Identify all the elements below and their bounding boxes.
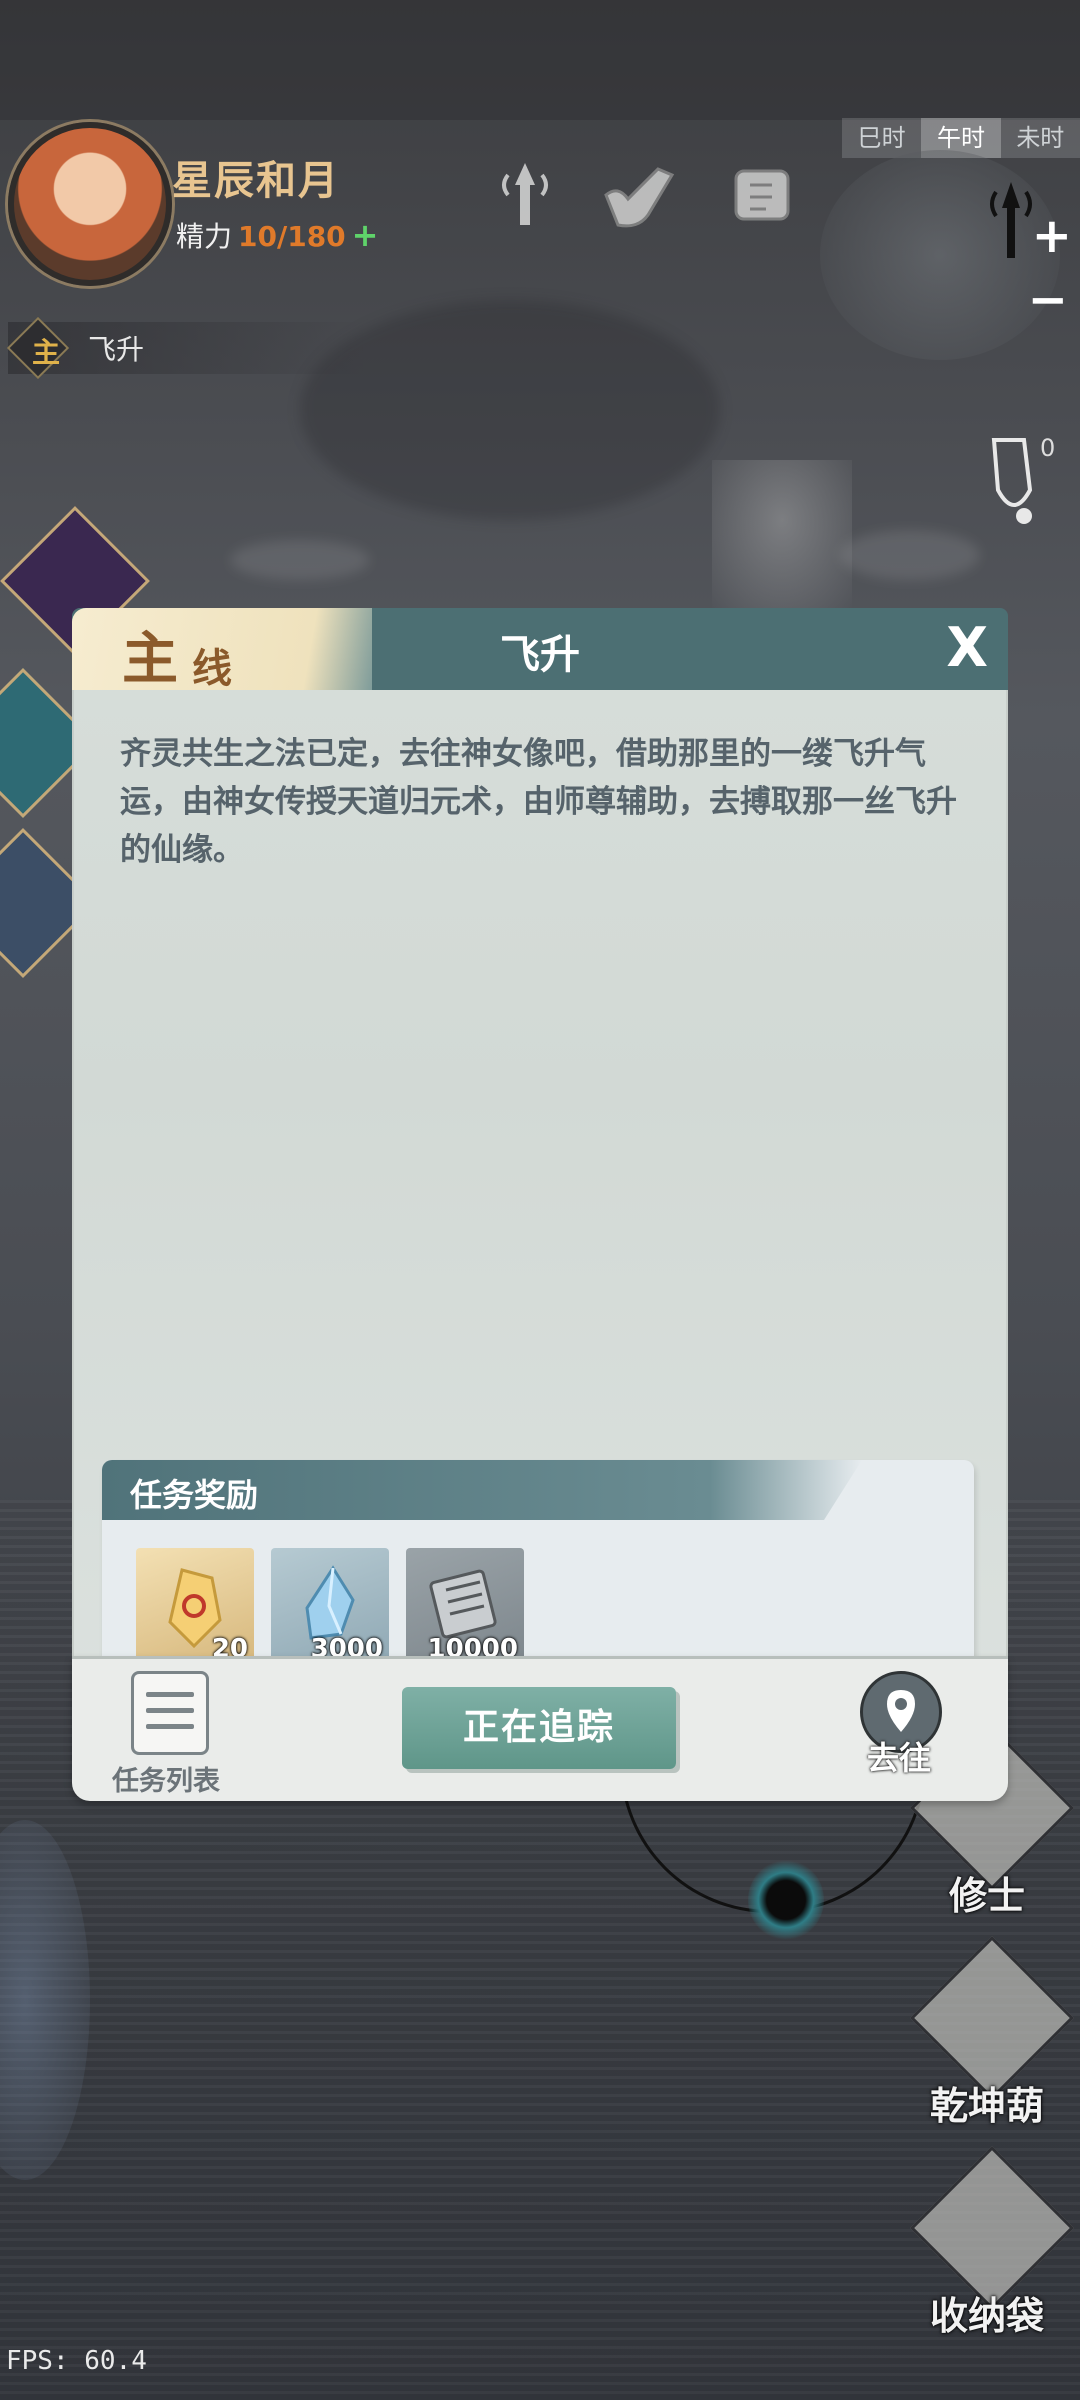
signal-tower-icon[interactable] <box>490 155 560 235</box>
cultivator-label: 修士 <box>948 1874 1025 1918</box>
quest-description: 齐灵共生之法已定，去往神女像吧，借助那里的一缕飞升气运，由神女传授天道归元术，由… <box>120 736 957 868</box>
goto-label: 去往 <box>866 1739 931 1777</box>
tracking-button[interactable]: 正在追踪 <box>402 1687 676 1769</box>
reward-item[interactable]: 3000 <box>271 1548 389 1666</box>
time-slot: 未时 <box>1016 124 1065 152</box>
task-list-label: 任务列表 <box>112 1766 220 1797</box>
player-avatar[interactable] <box>8 122 172 286</box>
stamina-display: 精力 10/180 + <box>176 215 378 255</box>
time-slot: 巳时 <box>857 124 906 152</box>
quest-dialog: 主 线 飞升 X 齐灵共生之法已定，去往神女像吧，借助那里的一缕飞升气运，由神女… <box>72 608 1008 1801</box>
cloud-decoration <box>230 540 370 580</box>
gourd-lantern-icon[interactable] <box>984 430 1044 530</box>
document-list-icon <box>131 1671 209 1755</box>
dialog-footer: 任务列表 正在追踪 去往 <box>72 1656 1008 1801</box>
rewards-header: 任务奖励 <box>102 1460 862 1520</box>
player-name: 星辰和月 <box>172 158 340 204</box>
close-button[interactable]: X <box>946 616 988 679</box>
dialog-title: 飞升 <box>500 632 580 678</box>
zoom-in-button[interactable]: + <box>1032 208 1072 264</box>
fps-counter: FPS: 60.4 <box>6 2346 147 2376</box>
goddess-statue <box>712 460 852 610</box>
qiankun-gourd-button[interactable]: 乾坤葫 <box>909 1935 1075 2130</box>
quest-type-badge: 主 <box>32 336 61 369</box>
stamina-value: 10/180 <box>238 220 346 253</box>
signal-tower-icon <box>990 182 1032 258</box>
active-quest-tracker[interactable]: 主 飞升 <box>6 316 368 380</box>
dialog-body: 齐灵共生之法已定，去往神女像吧，借助那里的一缕飞升气运，由神女传授天道归元术，由… <box>72 690 1008 1690</box>
goto-button[interactable]: 去往 <box>844 1671 954 1781</box>
reward-item[interactable]: 20 <box>136 1548 254 1666</box>
storage-bag-button[interactable]: 收纳袋 <box>909 2145 1075 2340</box>
quest-tracker-label: 飞升 <box>88 333 145 366</box>
storage-bag-label: 收纳袋 <box>929 2294 1044 2338</box>
dialog-header: 主 线 飞升 X <box>72 608 1008 692</box>
rewards-title: 任务奖励 <box>130 1476 259 1514</box>
reward-item[interactable]: 10000 <box>406 1548 524 1666</box>
portal-vortex[interactable] <box>748 1860 824 1940</box>
side-counter: 0 <box>1040 434 1056 462</box>
task-list-button[interactable]: 任务列表 <box>112 1665 242 1797</box>
top-status-area <box>0 0 1080 120</box>
zoom-out-button[interactable]: − <box>1028 272 1068 328</box>
stamina-add-button[interactable]: + <box>352 216 379 254</box>
rewards-panel: 任务奖励 20 3000 10000 <box>102 1460 974 1682</box>
qiankun-gourd-label: 乾坤葫 <box>929 2084 1044 2128</box>
cloud-decoration <box>840 530 980 580</box>
map-scroll-icon[interactable] <box>598 155 682 235</box>
scroll-icon[interactable] <box>720 155 804 235</box>
stamina-label: 精力 <box>176 220 233 253</box>
